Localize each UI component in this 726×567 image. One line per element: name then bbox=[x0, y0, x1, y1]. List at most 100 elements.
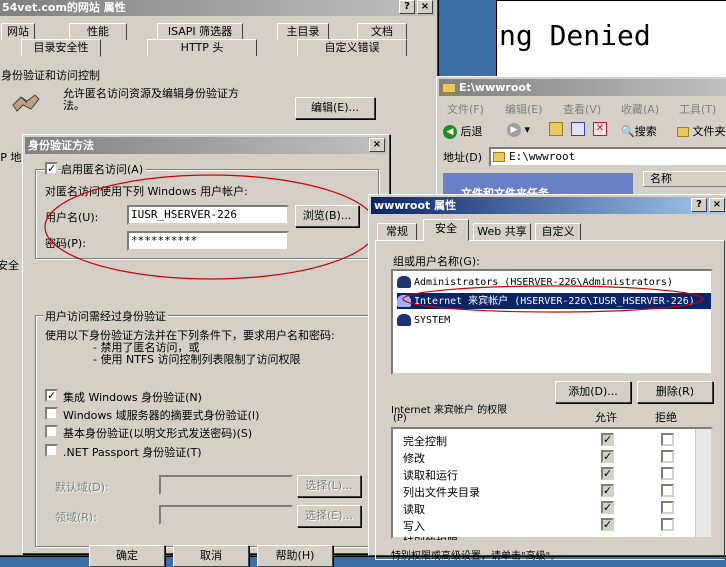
address-value: E:\wwwroot bbox=[509, 150, 576, 163]
forward-button[interactable]: ▶ ▾ bbox=[507, 123, 530, 137]
back-label: 后退 bbox=[460, 125, 483, 138]
tab-customize[interactable]: 自定义 bbox=[535, 223, 581, 240]
tab-http-headers[interactable]: HTTP 头 bbox=[147, 39, 257, 56]
folders-button[interactable]: 文件夹 bbox=[677, 123, 726, 139]
close-button[interactable]: × bbox=[369, 138, 385, 152]
tab-security[interactable]: 安全 bbox=[423, 219, 469, 241]
passport-auth-checkbox[interactable] bbox=[45, 444, 58, 457]
ip-label: IP 地 bbox=[0, 151, 22, 164]
allow-read-execute-checkbox[interactable]: ✓ bbox=[601, 467, 614, 480]
annotation-ellipse bbox=[402, 285, 704, 313]
perm-modify: 修改 bbox=[403, 452, 425, 465]
window-title: E:\wwwroot bbox=[459, 81, 532, 94]
perm-list-folder: 列出文件夹目录 bbox=[403, 486, 480, 499]
remove-button[interactable]: 删除(R) bbox=[637, 381, 713, 403]
default-domain-input bbox=[159, 475, 293, 495]
default-domain-label: 默认域(D): bbox=[55, 481, 109, 494]
delete-icon[interactable]: ✕ bbox=[593, 122, 607, 136]
tab-isapi[interactable]: ISAPI 筛选器 bbox=[157, 23, 243, 40]
up-folder-icon[interactable] bbox=[549, 122, 563, 136]
auth-desc-2: 法。 bbox=[63, 99, 85, 112]
tab-custom-errors[interactable]: 自定义错误 bbox=[297, 39, 407, 56]
allow-read-checkbox[interactable]: ✓ bbox=[601, 501, 614, 514]
allow-write-checkbox[interactable]: ✓ bbox=[601, 518, 614, 531]
users-icon bbox=[11, 89, 41, 115]
deny-write-checkbox[interactable] bbox=[661, 518, 674, 531]
ok-button[interactable]: 确定 bbox=[89, 545, 165, 567]
close-button[interactable]: × bbox=[417, 0, 433, 14]
tab-web-sharing[interactable]: Web 共享 bbox=[473, 223, 531, 240]
cancel-button[interactable]: 取消 bbox=[173, 545, 249, 567]
windows-auth-label[interactable]: 集成 Windows 身份验证(N) bbox=[63, 389, 202, 405]
search-label: 搜索 bbox=[634, 125, 657, 138]
title-bar: 54vet.com的网站 属性 bbox=[0, 0, 435, 16]
auth-desc-3: - 使用 NTFS 访问控制列表限制了访问权限 bbox=[93, 353, 301, 366]
add-button[interactable]: 添加(D)... bbox=[555, 381, 631, 403]
deny-modify-checkbox[interactable] bbox=[661, 450, 674, 463]
denied-text: ng Denied bbox=[499, 19, 651, 52]
annotation-ellipse bbox=[44, 174, 378, 280]
passport-auth-label[interactable]: .NET Passport 身份验证(T) bbox=[63, 444, 202, 460]
menu-file[interactable]: 文件(F) bbox=[447, 101, 484, 117]
tab-performance[interactable]: 性能 bbox=[69, 23, 127, 40]
close-button[interactable]: × bbox=[709, 198, 725, 212]
perm-full-control: 完全控制 bbox=[403, 435, 447, 448]
window-title: wwwroot 属性 bbox=[374, 199, 457, 212]
basic-auth-label[interactable]: 基本身份验证(以明文形式发送密码)(S) bbox=[63, 425, 252, 441]
wwwroot-properties-window: wwwroot 属性 ? × 常规 安全 Web 共享 自定义 组或用户名称(G… bbox=[368, 194, 726, 562]
menu-view[interactable]: 查看(V) bbox=[563, 101, 601, 117]
select-realm-button: 选择(E)... bbox=[297, 505, 361, 527]
permissions-label-2: (P) bbox=[393, 413, 407, 424]
allow-list-folder-checkbox[interactable]: ✓ bbox=[601, 484, 614, 497]
deny-list-folder-checkbox[interactable] bbox=[661, 484, 674, 497]
menu-tools[interactable]: 工具(T) bbox=[679, 101, 716, 117]
group-users-label: 组或用户名称(G): bbox=[393, 255, 480, 268]
deny-read-checkbox[interactable] bbox=[661, 501, 674, 514]
menu-edit[interactable]: 编辑(E) bbox=[505, 101, 543, 117]
digest-auth-checkbox[interactable] bbox=[45, 407, 58, 420]
menu-favorites[interactable]: 收藏(A) bbox=[621, 101, 659, 117]
tab-home-dir[interactable]: 主目录 bbox=[277, 23, 329, 40]
allow-modify-checkbox[interactable]: ✓ bbox=[601, 450, 614, 463]
column-name-label: 名称 bbox=[650, 172, 672, 185]
tab-website[interactable]: 网站 bbox=[1, 23, 35, 40]
window-title: 身份验证方法 bbox=[28, 139, 94, 152]
back-button[interactable]: ◀ 后退 bbox=[443, 123, 483, 139]
access-denied-window: ng Denied bbox=[496, 0, 726, 80]
perm-write: 写入 bbox=[403, 520, 425, 533]
back-arrow-icon: ◀ bbox=[443, 125, 457, 139]
scrollbar[interactable] bbox=[695, 429, 711, 537]
tab-documents[interactable]: 文档 bbox=[357, 23, 407, 40]
search-button[interactable]: 🔍搜索 bbox=[621, 123, 657, 139]
windows-auth-checkbox[interactable]: ✓ bbox=[45, 389, 58, 402]
tab-dir-security[interactable]: 目录安全性 bbox=[21, 39, 101, 57]
security-label: 安全 bbox=[0, 259, 19, 272]
allow-header: 允许 bbox=[595, 411, 617, 424]
window-title: 54vet.com的网站 属性 bbox=[2, 1, 126, 14]
tab-general[interactable]: 常规 bbox=[377, 223, 417, 240]
user-name: SYSTEM bbox=[414, 315, 451, 326]
perm-read-execute: 读取和运行 bbox=[403, 469, 458, 482]
edit-button[interactable]: 编辑(E)... bbox=[295, 97, 375, 119]
advanced-hint: 特别权限或高级设置，请单击"高级"。 bbox=[391, 551, 561, 562]
help-button[interactable]: ? bbox=[399, 0, 415, 14]
select-domain-button: 选择(L)... bbox=[297, 475, 361, 497]
address-input[interactable]: E:\wwwroot bbox=[489, 147, 726, 167]
copy-icon[interactable] bbox=[571, 122, 585, 136]
help-button[interactable]: ? bbox=[691, 198, 707, 212]
deny-full-control-checkbox[interactable] bbox=[661, 433, 674, 446]
digest-auth-label[interactable]: Windows 域服务器的摘要式身份验证(I) bbox=[63, 407, 259, 423]
section-title: 身份验证和访问控制 bbox=[1, 69, 100, 82]
auth-methods-window: 身份验证方法 × ✓ 启用匿名访问(A) 对匿名访问使用下列 Windows 用… bbox=[22, 134, 390, 567]
basic-auth-checkbox[interactable] bbox=[45, 425, 58, 438]
column-header-name[interactable]: 名称 bbox=[643, 171, 726, 187]
folder-icon bbox=[442, 83, 456, 93]
allow-full-control-checkbox[interactable]: ✓ bbox=[601, 433, 614, 446]
realm-label: 领域(R): bbox=[55, 511, 97, 524]
help-button[interactable]: 帮助(H) bbox=[257, 545, 333, 567]
search-icon: 🔍 bbox=[621, 125, 635, 138]
auth-group-label: 用户访问需经过身份验证 bbox=[43, 308, 168, 324]
perm-special: 特别的权限 bbox=[403, 534, 458, 540]
deny-read-execute-checkbox[interactable] bbox=[661, 467, 674, 480]
realm-input bbox=[159, 505, 293, 525]
